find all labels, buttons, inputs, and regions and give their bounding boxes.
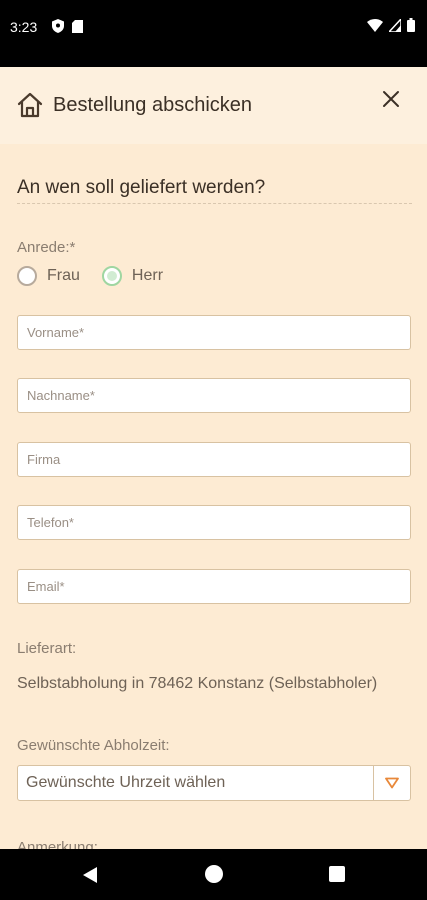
note-label: Anmerkung: <box>17 839 98 849</box>
home-button-icon[interactable] <box>205 865 223 883</box>
pickup-time-selected: Gewünschte Uhrzeit wählen <box>26 774 226 791</box>
company-field[interactable] <box>17 442 411 477</box>
close-icon[interactable] <box>381 89 401 109</box>
shield-icon <box>52 19 64 33</box>
status-time: 3:23 <box>10 19 38 35</box>
radio-frau[interactable] <box>17 266 37 286</box>
radio-frau-label[interactable]: Frau <box>47 267 80 285</box>
sd-card-icon <box>72 19 83 33</box>
dropdown-button[interactable] <box>373 766 410 800</box>
first-name-input[interactable] <box>18 316 410 349</box>
recent-apps-icon[interactable] <box>329 866 345 882</box>
triangle-down-icon <box>385 777 399 789</box>
section-divider <box>17 203 412 204</box>
signal-icon <box>389 18 401 32</box>
phone-field[interactable] <box>17 505 411 540</box>
company-input[interactable] <box>18 443 410 476</box>
pickup-time-label: Gewünschte Abholzeit: <box>17 737 170 754</box>
pickup-time-select[interactable]: Gewünschte Uhrzeit wählen <box>17 765 411 801</box>
radio-herr-label[interactable]: Herr <box>132 267 163 285</box>
header-title: Bestellung abschicken <box>53 94 253 116</box>
header: Bestellung abschicken <box>0 67 427 144</box>
status-right-icons <box>367 18 415 32</box>
email-input[interactable] <box>18 570 410 603</box>
battery-icon <box>407 18 415 32</box>
status-left-icons <box>52 19 83 33</box>
salutation-radio-group: Frau Herr <box>17 266 185 286</box>
delivery-label: Lieferart: <box>17 640 77 657</box>
navigation-bar <box>0 849 427 900</box>
wifi-icon <box>367 18 383 32</box>
home-icon <box>17 92 43 118</box>
email-field[interactable] <box>17 569 411 604</box>
section-title: An wen soll geliefert werden? <box>17 177 266 198</box>
radio-herr[interactable] <box>101 266 122 286</box>
back-icon[interactable] <box>82 866 98 884</box>
first-name-field[interactable] <box>17 315 411 350</box>
last-name-input[interactable] <box>18 379 410 412</box>
delivery-value: Selbstabholung in 78462 Konstanz (Selbst… <box>17 675 378 692</box>
app-screen: Bestellung abschicken An wen soll gelief… <box>0 67 427 849</box>
status-bar: 3:23 <box>0 0 427 67</box>
salutation-label: Anrede:* <box>17 239 76 256</box>
phone-input[interactable] <box>18 506 410 539</box>
last-name-field[interactable] <box>17 378 411 413</box>
